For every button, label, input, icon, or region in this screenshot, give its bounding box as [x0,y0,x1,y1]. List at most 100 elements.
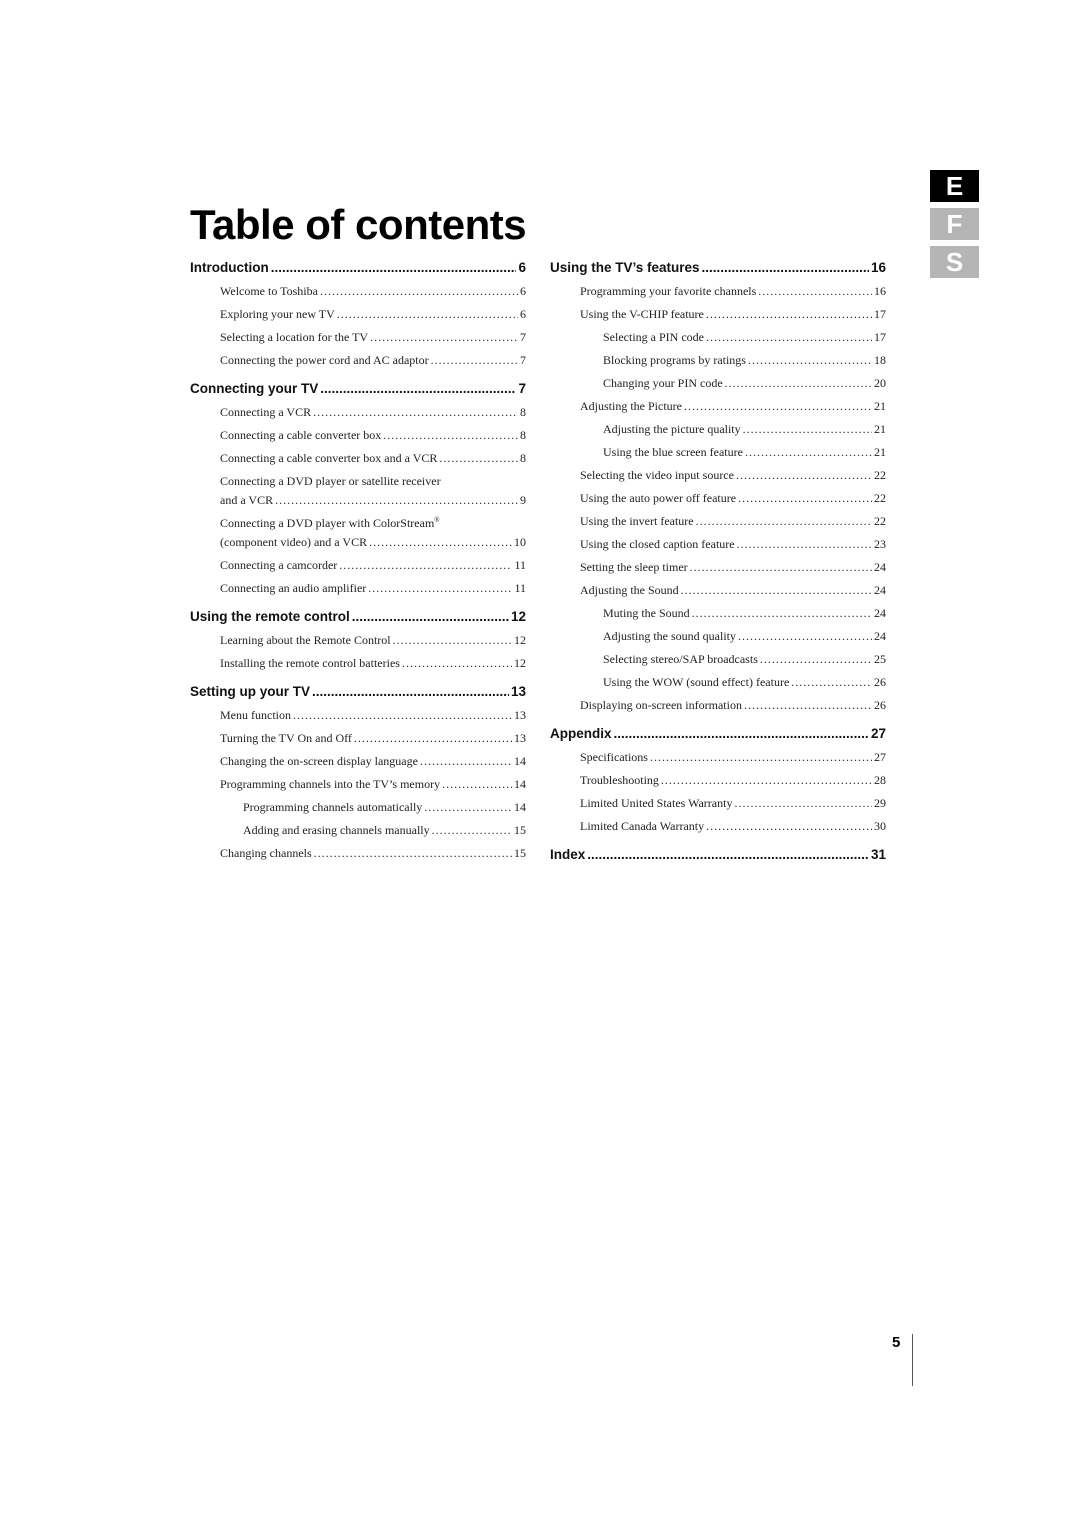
entry-page: 17 [874,307,886,321]
toc-entry-line1[interactable]: Connecting a DVD player with ColorStream… [190,516,526,535]
language-tab-french[interactable]: F [930,208,979,240]
toc-entry[interactable]: Using the invert feature 22 [550,514,886,537]
toc-entry[interactable]: Connecting an audio amplifier 11 [190,581,526,604]
toc-subentry[interactable]: Selecting stereo/SAP broadcasts 25 [550,652,886,675]
toc-entry[interactable]: Troubleshooting 28 [550,773,886,796]
toc-entry[interactable]: Using the V-CHIP feature 17 [550,307,886,330]
entry-page: 26 [874,675,886,689]
toc-entry[interactable]: Using the auto power off feature 22 [550,491,886,514]
dot-leader [293,708,512,723]
toc-subentry[interactable]: Programming channels automatically 14 [190,800,526,823]
entry-label: Using the invert feature [580,514,694,528]
toc-section-appendix[interactable]: Appendix 27 [550,726,886,748]
toc-entry[interactable]: Menu function 13 [190,708,526,731]
section-label: Index [550,847,586,862]
section-label: Using the TV’s features [550,260,700,275]
toc-entry[interactable]: Installing the remote control batteries 1… [190,656,526,679]
toc-entry[interactable]: Connecting a cable converter box and a V… [190,451,526,474]
toc-subentry[interactable]: Adding and erasing channels manually 15 [190,823,526,846]
dot-leader [738,629,872,644]
entry-page: 14 [514,800,526,814]
toc-entry[interactable]: Displaying on-screen information 26 [550,698,886,721]
toc-entry[interactable]: Adjusting the Picture 21 [550,399,886,422]
toc-entry[interactable]: Exploring your new TV 6 [190,307,526,330]
toc-entry[interactable]: Connecting a camcorder 11 [190,558,526,581]
toc-entry[interactable]: Changing the on-screen display language 1… [190,754,526,777]
toc-subentry[interactable]: Selecting a PIN code 17 [550,330,886,353]
toc-section-introduction[interactable]: Introduction 6 [190,260,526,282]
entry-page: 27 [874,750,886,764]
toc-entry[interactable]: Selecting the video input source 22 [550,468,886,491]
toc-subentry[interactable]: Blocking programs by ratings 18 [550,353,886,376]
toc-entry[interactable]: Selecting a location for the TV 7 [190,330,526,353]
entry-page: 15 [514,846,526,860]
toc-entry[interactable]: and a VCR 9 [190,493,526,516]
dot-leader [614,726,869,741]
dot-leader [420,754,512,769]
entry-page: 10 [514,535,526,549]
toc-subentry[interactable]: Using the WOW (sound effect) feature 26 [550,675,886,698]
toc-entry[interactable]: Connecting a VCR 8 [190,405,526,428]
toc-entry[interactable]: Programming your favorite channels 16 [550,284,886,307]
entry-label: Blocking programs by ratings [603,353,746,367]
entry-label: Using the closed caption feature [580,537,735,551]
registered-mark: ® [434,516,440,524]
toc-entry[interactable]: Limited Canada Warranty 30 [550,819,886,842]
dot-leader [758,284,872,299]
toc-entry[interactable]: Programming channels into the TV’s memor… [190,777,526,800]
toc-section-connecting[interactable]: Connecting your TV 7 [190,381,526,403]
dot-leader [352,609,509,624]
toc-left-column: Introduction 6 Welcome to Toshiba 6 Explor… [190,260,526,869]
entry-label: Selecting a PIN code [603,330,704,344]
dot-leader [424,800,512,815]
entry-label: and a VCR [220,493,274,507]
dot-leader [706,819,872,834]
language-tab-english[interactable]: E [930,170,979,202]
toc-subentry[interactable]: Adjusting the picture quality 21 [550,422,886,445]
toc-subentry[interactable]: Changing your PIN code 20 [550,376,886,399]
entry-label: Connecting a camcorder [220,558,338,572]
toc-entry-line1[interactable]: Connecting a DVD player or satellite rec… [190,474,526,493]
language-tab-spanish[interactable]: S [930,246,979,278]
toc-entry[interactable]: Using the closed caption feature 23 [550,537,886,560]
entry-page: 28 [874,773,886,787]
dot-leader [760,652,872,667]
toc-subentry[interactable]: Using the blue screen feature 21 [550,445,886,468]
entry-label: Programming channels into the TV’s memor… [220,777,441,791]
dot-leader [432,823,512,838]
entry-page: 23 [874,537,886,551]
dot-leader [702,260,869,275]
entry-label: (component video) and a VCR [220,535,368,549]
entry-page: 11 [514,558,526,572]
entry-page: 12 [514,656,526,670]
toc-entry[interactable]: Connecting a cable converter box 8 [190,428,526,451]
dot-leader [696,514,872,529]
toc-entry[interactable]: Welcome to Toshiba 6 [190,284,526,307]
toc-entry[interactable]: Limited United States Warranty 29 [550,796,886,819]
section-label: Introduction [190,260,269,275]
toc-entry[interactable]: Specifications 27 [550,750,886,773]
toc-section-remote[interactable]: Using the remote control 12 [190,609,526,631]
entry-label: Setting the sleep timer [580,560,688,574]
entry-label: Learning about the Remote Control [220,633,391,647]
section-label: Using the remote control [190,609,350,624]
toc-section-index[interactable]: Index 31 [550,847,886,869]
toc-entry[interactable]: Setting the sleep timer 24 [550,560,886,583]
toc-entry[interactable]: Learning about the Remote Control 12 [190,633,526,656]
toc-subentry[interactable]: Adjusting the sound quality 24 [550,629,886,652]
toc-section-features[interactable]: Using the TV’s features 16 [550,260,886,282]
dot-leader [692,606,872,621]
dot-leader [337,307,518,322]
dot-leader [738,491,872,506]
dot-leader [339,558,512,573]
toc-entry[interactable]: Changing channels 15 [190,846,526,869]
toc-section-setup[interactable]: Setting up your TV 13 [190,684,526,706]
dot-leader [743,422,872,437]
toc-entry[interactable]: Turning the TV On and Off 13 [190,731,526,754]
section-page: 16 [870,260,886,275]
toc-entry[interactable]: Connecting the power cord and AC adaptor… [190,353,526,376]
entry-label: Changing your PIN code [603,376,723,390]
toc-subentry[interactable]: Muting the Sound 24 [550,606,886,629]
toc-entry[interactable]: (component video) and a VCR 10 [190,535,526,558]
toc-entry[interactable]: Adjusting the Sound 24 [550,583,886,606]
